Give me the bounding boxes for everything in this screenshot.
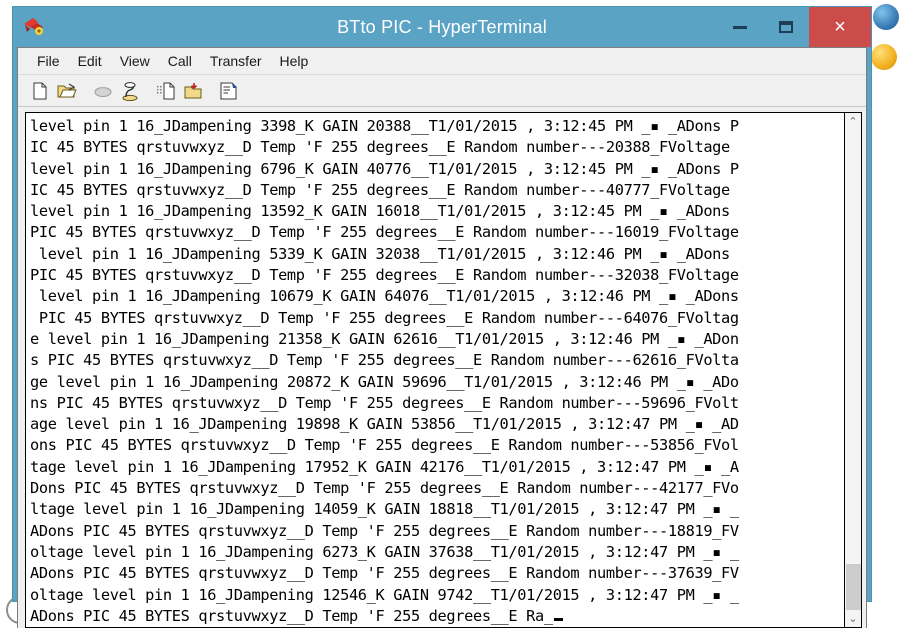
terminal-line: ADons PIC 45 BYTES qrstuvwxyz__D Temp 'F…	[30, 521, 844, 542]
terminal-line: oltage level pin 1 16_JDampening 6273_K …	[30, 542, 844, 563]
terminal-line: level pin 1 16_JDampening 5339_K GAIN 32…	[30, 244, 844, 265]
terminal-cursor	[554, 618, 563, 621]
open-folder-icon[interactable]	[55, 79, 79, 103]
terminal-line: e level pin 1 16_JDampening 21358_K GAIN…	[30, 329, 844, 350]
terminal-line: PIC 45 BYTES qrstuvwxyz__D Temp 'F 255 d…	[30, 265, 844, 286]
close-button[interactable]: ×	[809, 7, 871, 47]
scroll-down-arrow-icon[interactable]: ⌄	[846, 610, 861, 627]
menu-item-edit[interactable]: Edit	[69, 51, 111, 71]
terminal-line: ADons PIC 45 BYTES qrstuvwxyz__D Temp 'F…	[30, 606, 844, 627]
terminal-line: oltage level pin 1 16_JDampening 12546_K…	[30, 585, 844, 606]
receive-file-icon[interactable]	[181, 79, 205, 103]
terminal-line: ge level pin 1 16_JDampening 20872_K GAI…	[30, 372, 844, 393]
window-controls: ×	[717, 7, 871, 47]
menu-bar: File Edit View Call Transfer Help	[18, 48, 866, 75]
desktop-icon-blue-smiley[interactable]	[873, 4, 899, 30]
menu-item-transfer[interactable]: Transfer	[201, 51, 271, 71]
terminal-line: IC 45 BYTES qrstuvwxyz__D Temp 'F 255 de…	[30, 180, 844, 201]
terminal-text: level pin 1 16_JDampening 3398_K GAIN 20…	[26, 113, 844, 627]
desktop-icon-gold-smiley[interactable]	[871, 44, 897, 70]
terminal-line: tage level pin 1 16_JDampening 17952_K G…	[30, 457, 844, 478]
send-file-icon[interactable]	[154, 79, 178, 103]
menu-item-file[interactable]: File	[28, 51, 69, 71]
hyperterminal-window: BTto PIC - HyperTerminal × File Edit Vie…	[12, 6, 872, 602]
terminal-line: IC 45 BYTES qrstuvwxyz__D Temp 'F 255 de…	[30, 137, 844, 158]
scrollbar-thumb[interactable]	[846, 564, 861, 610]
disconnect-icon	[91, 79, 115, 103]
terminal-line: ADons PIC 45 BYTES qrstuvwxyz__D Temp 'F…	[30, 563, 844, 584]
terminal-area: level pin 1 16_JDampening 3398_K GAIN 20…	[18, 107, 866, 628]
terminal-line: ns PIC 45 BYTES qrstuvwxyz__D Temp 'F 25…	[30, 393, 844, 414]
terminal-line: ons PIC 45 BYTES qrstuvwxyz__D Temp 'F 2…	[30, 435, 844, 456]
maximize-button[interactable]	[763, 7, 809, 47]
minimize-button[interactable]	[717, 7, 763, 47]
title-bar[interactable]: BTto PIC - HyperTerminal ×	[13, 7, 871, 47]
terminal-line: level pin 1 16_JDampening 6796_K GAIN 40…	[30, 159, 844, 180]
terminal-line: ltage level pin 1 16_JDampening 14059_K …	[30, 499, 844, 520]
terminal-line: PIC 45 BYTES qrstuvwxyz__D Temp 'F 255 d…	[30, 308, 844, 329]
terminal-line: level pin 1 16_JDampening 10679_K GAIN 6…	[30, 286, 844, 307]
call-icon[interactable]	[118, 79, 142, 103]
terminal-line: age level pin 1 16_JDampening 19898_K GA…	[30, 414, 844, 435]
terminal-line: Dons PIC 45 BYTES qrstuvwxyz__D Temp 'F …	[30, 478, 844, 499]
toolbar	[18, 75, 866, 107]
window-client-area: File Edit View Call Transfer Help	[17, 47, 867, 628]
properties-icon[interactable]	[217, 79, 241, 103]
terminal-output[interactable]: level pin 1 16_JDampening 3398_K GAIN 20…	[25, 112, 845, 628]
desktop-background: BTto PIC - HyperTerminal × File Edit Vie…	[0, 0, 905, 628]
terminal-scrollbar[interactable]: ⌃ ⌄	[845, 112, 862, 628]
maximize-icon	[779, 21, 793, 33]
minimize-icon	[733, 26, 747, 29]
scrollbar-track[interactable]	[846, 130, 861, 610]
menu-item-call[interactable]: Call	[159, 51, 201, 71]
menu-item-help[interactable]: Help	[271, 51, 318, 71]
menu-item-view[interactable]: View	[111, 51, 159, 71]
terminal-line: PIC 45 BYTES qrstuvwxyz__D Temp 'F 255 d…	[30, 222, 844, 243]
terminal-line: level pin 1 16_JDampening 13592_K GAIN 1…	[30, 201, 844, 222]
terminal-line: s PIC 45 BYTES qrstuvwxyz__D Temp 'F 255…	[30, 350, 844, 371]
terminal-line: level pin 1 16_JDampening 3398_K GAIN 20…	[30, 116, 844, 137]
new-connection-icon[interactable]	[28, 79, 52, 103]
scroll-up-arrow-icon[interactable]: ⌃	[846, 113, 861, 130]
